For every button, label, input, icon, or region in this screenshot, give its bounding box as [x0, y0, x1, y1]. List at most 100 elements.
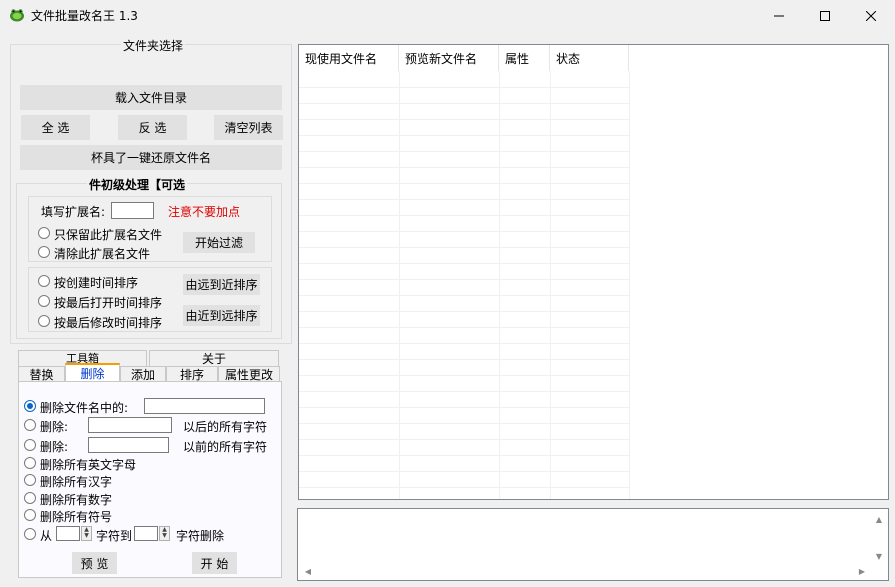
delete-after-suffix: 以后的所有字符	[183, 420, 268, 434]
sort-created-label: 按创建时间排序	[54, 276, 139, 290]
delete-substring-label: 删除文件名中的:	[40, 401, 129, 415]
range-to-spinner[interactable]: ▲ ▼	[159, 526, 170, 541]
column-header-current-name[interactable]: 现使用文件名	[299, 45, 399, 71]
tab-delete[interactable]: 删除	[65, 363, 120, 382]
row-gridline	[299, 199, 629, 200]
sort-created-radio[interactable]	[38, 275, 50, 287]
row-gridline	[299, 247, 629, 248]
tab-add[interactable]: 添加	[120, 366, 166, 382]
row-gridline	[299, 167, 629, 168]
row-gridline	[299, 471, 629, 472]
restore-names-button[interactable]: 杯具了一键还原文件名	[20, 145, 282, 170]
load-directory-button[interactable]: 载入文件目录	[20, 85, 282, 110]
minimize-button[interactable]	[756, 0, 802, 31]
range-from-spinner[interactable]: ▲ ▼	[81, 526, 92, 541]
delete-range-radio[interactable]	[24, 528, 36, 540]
column-header-status[interactable]: 状态	[550, 45, 629, 71]
row-gridline	[299, 455, 629, 456]
delete-after-label: 删除:	[40, 420, 69, 434]
scroll-left-icon[interactable]: ◀	[300, 563, 316, 579]
row-gridline	[299, 231, 629, 232]
column-header-preview-name[interactable]: 预览新文件名	[399, 45, 499, 71]
row-gridline	[299, 375, 629, 376]
row-gridline	[299, 407, 629, 408]
folder-group-title: 文件夹选择	[121, 37, 186, 54]
delete-before-radio[interactable]	[24, 439, 36, 451]
row-gridline	[299, 135, 629, 136]
row-gridline	[299, 263, 629, 264]
remove-extension-label: 清除此扩展名文件	[54, 247, 151, 261]
window-title: 文件批量改名王 1.3	[31, 9, 138, 23]
delete-english-radio[interactable]	[24, 457, 36, 469]
row-gridline	[299, 215, 629, 216]
row-gridline	[299, 391, 629, 392]
delete-before-input[interactable]	[88, 437, 169, 453]
delete-symbols-label: 删除所有符号	[40, 510, 113, 524]
remove-extension-radio[interactable]	[38, 246, 50, 258]
range-from-label: 从	[40, 529, 53, 543]
row-gridline	[299, 151, 629, 152]
sort-opened-radio[interactable]	[38, 295, 50, 307]
scroll-right-icon[interactable]: ▶	[854, 563, 870, 579]
invert-selection-button[interactable]: 反 选	[118, 115, 187, 140]
row-gridline	[299, 423, 629, 424]
extension-label: 填写扩展名:	[41, 205, 106, 219]
spin-down-icon[interactable]: ▼	[82, 533, 91, 539]
delete-symbols-radio[interactable]	[24, 509, 36, 521]
row-gridline	[299, 103, 629, 104]
delete-chinese-radio[interactable]	[24, 474, 36, 486]
row-gridline	[299, 327, 629, 328]
range-from-input[interactable]	[56, 526, 80, 541]
keep-extension-label: 只保留此扩展名文件	[54, 228, 163, 242]
filter-group-title: 件初级处理【可选	[87, 176, 188, 193]
start-filter-button[interactable]: 开始过滤	[183, 232, 255, 253]
maximize-icon	[820, 10, 830, 21]
minimize-icon	[774, 15, 784, 16]
tab-attributes[interactable]: 属性更改	[218, 366, 280, 382]
row-gridline	[299, 487, 629, 488]
delete-before-label: 删除:	[40, 440, 69, 454]
sort-opened-label: 按最后打开时间排序	[54, 296, 163, 310]
row-gridline	[299, 343, 629, 344]
row-gridline	[299, 295, 629, 296]
select-all-button[interactable]: 全 选	[21, 115, 90, 140]
column-gridline	[629, 71, 630, 499]
row-gridline	[299, 87, 629, 88]
clear-list-button[interactable]: 清空列表	[214, 115, 283, 140]
extension-input[interactable]	[111, 202, 154, 219]
scroll-down-icon[interactable]: ▼	[871, 548, 887, 564]
row-gridline	[299, 439, 629, 440]
app-frog-icon	[10, 9, 24, 22]
delete-substring-input[interactable]	[144, 398, 265, 414]
far-to-near-button[interactable]: 由远到近排序	[183, 274, 260, 295]
row-gridline	[299, 279, 629, 280]
delete-substring-radio[interactable]	[24, 400, 36, 412]
preview-button[interactable]: 预 览	[72, 552, 117, 574]
scroll-up-icon[interactable]: ▲	[871, 511, 887, 527]
close-button[interactable]	[848, 0, 894, 31]
tab-about[interactable]: 关于	[149, 350, 279, 367]
log-textbox[interactable]: ▲ ▼ ◀ ▶	[297, 508, 889, 581]
row-gridline	[299, 359, 629, 360]
file-list-view[interactable]: 现使用文件名 预览新文件名 属性 状态	[298, 44, 889, 500]
keep-extension-radio[interactable]	[38, 227, 50, 239]
column-header-attributes[interactable]: 属性	[499, 45, 550, 71]
start-button[interactable]: 开 始	[192, 552, 237, 574]
sort-modified-radio[interactable]	[38, 315, 50, 327]
delete-chinese-label: 删除所有汉字	[40, 475, 113, 489]
delete-digits-radio[interactable]	[24, 492, 36, 504]
tab-replace[interactable]: 替换	[18, 366, 65, 382]
maximize-button[interactable]	[802, 0, 848, 31]
tab-sort[interactable]: 排序	[166, 366, 218, 382]
row-gridline	[299, 311, 629, 312]
delete-after-radio[interactable]	[24, 419, 36, 431]
delete-after-input[interactable]	[88, 417, 172, 433]
range-to-label: 字符到	[96, 529, 133, 543]
spin-down-icon[interactable]: ▼	[160, 533, 169, 539]
range-to-input[interactable]	[134, 526, 158, 541]
warning-text: 注意不要加点	[168, 205, 241, 219]
sort-modified-label: 按最后修改时间排序	[54, 316, 163, 330]
row-gridline	[299, 183, 629, 184]
delete-before-suffix: 以前的所有字符	[183, 440, 268, 454]
near-to-far-button[interactable]: 由近到远排序	[183, 305, 260, 326]
